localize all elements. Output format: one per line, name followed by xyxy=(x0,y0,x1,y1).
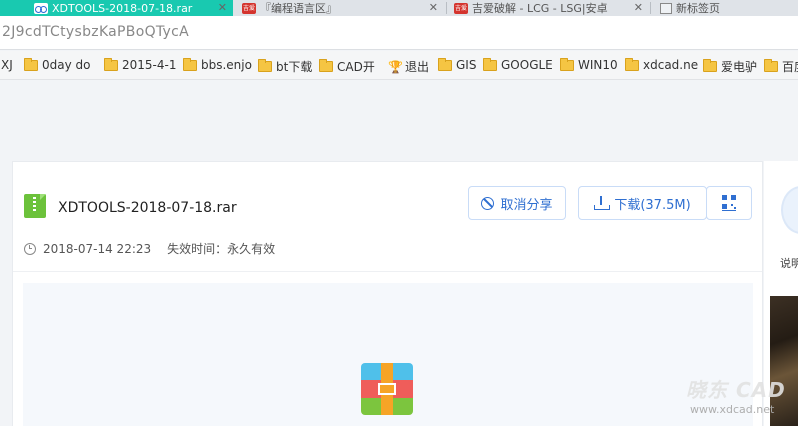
bookmark-0day[interactable]: 0day do xyxy=(24,57,91,72)
bookmark-exit[interactable]: 🏆 退出 xyxy=(388,58,429,75)
bookmark-xdcad[interactable]: xdcad.ne xyxy=(625,57,699,72)
bookmark-label: 爱电驴 xyxy=(721,60,758,74)
qr-code-icon xyxy=(722,195,736,211)
site-logo-icon: 吉爱 xyxy=(242,2,256,14)
zip-file-icon xyxy=(24,194,46,218)
avatar[interactable] xyxy=(781,186,798,234)
bookmark-google[interactable]: GOOGLE xyxy=(483,57,553,72)
folder-icon xyxy=(258,59,272,72)
divider xyxy=(13,271,762,272)
bookmark-label: 0day do xyxy=(42,58,91,72)
bookmark-label: bt下载 xyxy=(276,60,313,74)
share-date: 2018-07-14 22:23 xyxy=(43,241,152,256)
folder-icon xyxy=(703,59,717,72)
bookmark-label: GOOGLE xyxy=(501,58,553,72)
site-logo-icon: 吉爱 xyxy=(454,2,468,14)
download-button[interactable]: 下载(37.5M) xyxy=(578,186,707,220)
download-icon xyxy=(594,196,611,210)
bookmark-label: XJ xyxy=(1,58,13,72)
tab-title: 新标签页 xyxy=(676,2,720,15)
bookmark-xj[interactable]: XJ xyxy=(1,58,13,72)
bookmark-cad[interactable]: CAD开 xyxy=(319,58,375,75)
cloud-drive-icon xyxy=(34,2,48,14)
bookmark-label: 百度 xyxy=(782,60,798,74)
ban-icon xyxy=(481,196,495,210)
folder-icon xyxy=(104,57,118,71)
bookmark-label: 退出 xyxy=(404,60,429,74)
folder-icon xyxy=(560,57,574,71)
button-label: 下载(37.5M) xyxy=(614,197,691,213)
tab-title: 吉爱破解 - LCG - LSG|安卓 xyxy=(472,2,608,15)
tab-title: 『编程语言区』 xyxy=(260,2,337,15)
tab-strip: XDTOOLS-2018-07-18.rar ✕ 吉爱 『编程语言区』 ✕ 吉爱… xyxy=(0,0,798,16)
watermark-logo: 晓东 CAD xyxy=(686,378,786,402)
address-text[interactable]: 2J9cdTCtysbzKaPBoQTycA xyxy=(2,24,189,40)
close-icon[interactable]: ✕ xyxy=(429,1,438,14)
bookmark-baidu[interactable]: 百度 xyxy=(764,58,798,75)
folder-icon xyxy=(183,57,197,71)
bookmark-edonkey[interactable]: 爱电驴 xyxy=(703,58,757,75)
clock-icon xyxy=(24,242,36,255)
file-preview xyxy=(23,283,753,426)
bookmark-bar: XJ 0day do 2015-4-1 bbs.enjo bt下载 CAD开 🏆… xyxy=(0,51,798,80)
bookmark-label: CAD开 xyxy=(337,60,375,74)
close-icon[interactable]: ✕ xyxy=(218,1,227,14)
tab-divider xyxy=(446,2,447,14)
tab-title: XDTOOLS-2018-07-18.rar xyxy=(52,1,193,15)
archive-icon xyxy=(361,363,413,415)
share-card: XDTOOLS-2018-07-18.rar 取消分享 下载(37.5M) 20… xyxy=(12,161,763,426)
folder-icon xyxy=(625,57,639,71)
bookmark-bt[interactable]: bt下载 xyxy=(258,58,312,75)
bookmark-label: xdcad.ne xyxy=(643,58,699,72)
button-label: 取消分享 xyxy=(500,197,553,213)
page-icon xyxy=(660,2,672,14)
tab-xdtools[interactable]: XDTOOLS-2018-07-18.rar ✕ xyxy=(0,0,233,16)
tab-52pojie[interactable]: 吉爱 吉爱破解 - LCG - LSG|安卓 ✕ xyxy=(448,0,649,16)
trophy-icon: 🏆 xyxy=(388,59,403,74)
sidebar-label[interactable]: 说明 xyxy=(780,255,798,271)
bookmark-label: 2015-4-1 xyxy=(122,58,177,72)
qr-code-button[interactable] xyxy=(706,186,752,220)
folder-icon xyxy=(764,59,778,72)
tab-new[interactable]: 新标签页 xyxy=(652,0,798,16)
close-icon[interactable]: ✕ xyxy=(634,1,643,14)
bookmark-bbs[interactable]: bbs.enjo xyxy=(183,57,252,72)
bookmark-label: GIS xyxy=(456,58,477,72)
folder-icon xyxy=(483,57,497,71)
watermark-url: www.xdcad.net xyxy=(690,403,775,416)
folder-icon xyxy=(319,59,333,72)
cancel-share-button[interactable]: 取消分享 xyxy=(468,186,566,220)
bookmark-label: WIN10 xyxy=(578,58,618,72)
folder-icon xyxy=(438,57,452,71)
bookmark-label: bbs.enjo xyxy=(201,58,252,72)
file-name: XDTOOLS-2018-07-18.rar xyxy=(58,200,237,216)
bookmark-win10[interactable]: WIN10 xyxy=(560,57,618,72)
bookmark-2015[interactable]: 2015-4-1 xyxy=(104,57,177,72)
tab-programming[interactable]: 吉爱 『编程语言区』 ✕ xyxy=(236,0,444,16)
file-meta: 2018-07-14 22:23 失效时间：永久有效 xyxy=(24,240,275,257)
expiry-text: 失效时间：永久有效 xyxy=(167,242,276,256)
address-bar[interactable]: 2J9cdTCtysbzKaPBoQTycA xyxy=(0,16,798,50)
bookmark-gis[interactable]: GIS xyxy=(438,57,477,72)
folder-icon xyxy=(24,57,38,71)
tab-divider xyxy=(650,2,651,14)
